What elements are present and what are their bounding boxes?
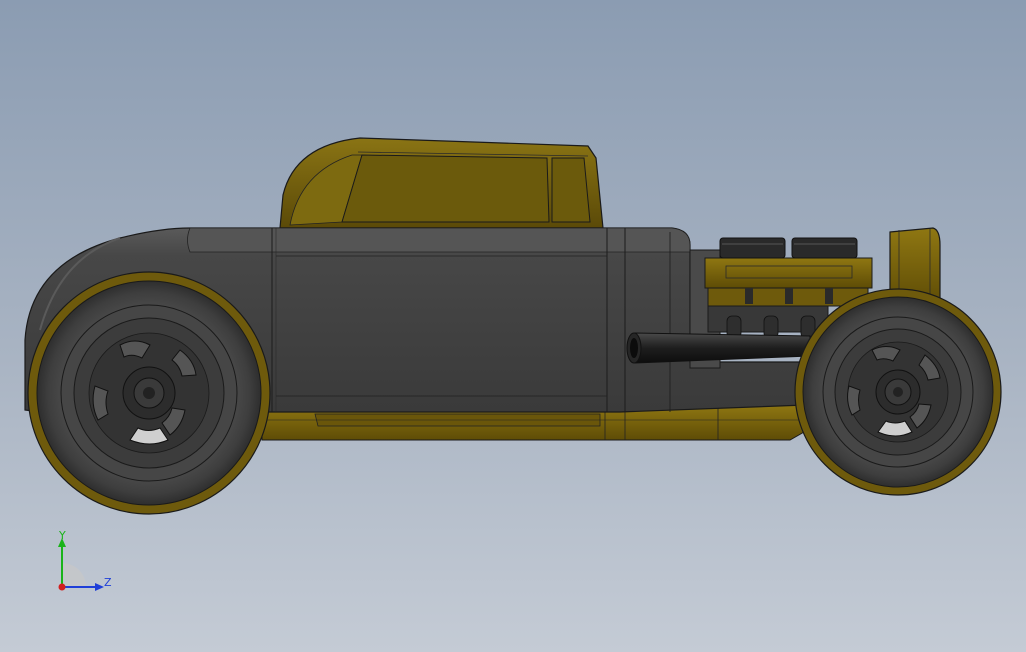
hot-rod-model[interactable]: [0, 0, 1026, 652]
triad-arc: [62, 563, 86, 587]
axis-triad: Y Z: [58, 530, 112, 591]
z-axis-arrow-icon: [95, 583, 104, 591]
front-wheel: [794, 288, 1002, 496]
cab-roof: [279, 137, 604, 229]
x-axis-dot-icon: [58, 583, 66, 591]
y-axis-label: Y: [58, 530, 66, 542]
exhaust-pipe: [626, 332, 811, 364]
graphics-viewport[interactable]: Y Z: [0, 0, 1026, 652]
rear-wheel: [27, 271, 271, 515]
z-axis-label: Z: [104, 576, 112, 589]
air-cleaners: [719, 237, 858, 259]
